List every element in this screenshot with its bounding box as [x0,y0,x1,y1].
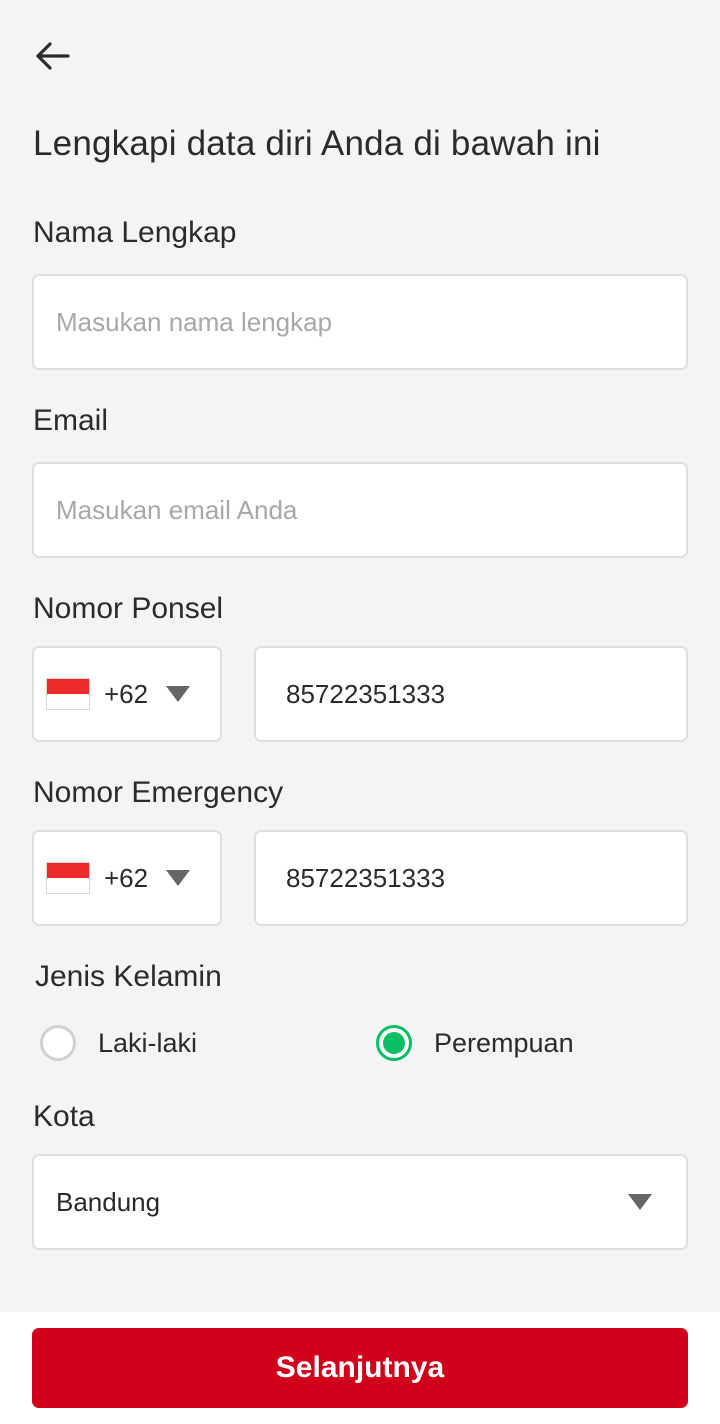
caret-down-icon [166,686,191,702]
name-field-container [32,274,688,370]
emergency-field-container [254,830,688,926]
caret-down-icon [166,870,191,886]
email-label: Email [33,404,109,437]
gender-option-label: Perempuan [434,1027,574,1058]
back-button[interactable] [34,36,78,76]
phone-input[interactable] [256,678,686,710]
name-input[interactable] [34,306,686,338]
radio-checked-icon [376,1025,412,1061]
phone-field-container [254,646,688,742]
emergency-country-code: +62 [104,862,149,893]
footer-bar: Selanjutnya [0,1312,720,1424]
city-select[interactable]: Bandung [32,1154,688,1250]
indonesia-flag-icon [46,678,90,710]
phone-label: Nomor Ponsel [33,592,224,625]
gender-option-label: Laki-laki [98,1027,198,1058]
radio-unchecked-icon [40,1025,76,1061]
arrow-left-icon [36,42,70,70]
phone-country-code: +62 [104,678,149,709]
email-input[interactable] [34,494,686,526]
phone-country-select[interactable]: +62 [32,646,222,742]
gender-option-female[interactable]: Perempuan [376,1025,574,1061]
emergency-label: Nomor Emergency [33,776,284,809]
city-label: Kota [33,1100,95,1133]
caret-down-icon [628,1194,652,1210]
emergency-input[interactable] [256,862,686,894]
gender-option-male[interactable]: Laki-laki [40,1025,197,1061]
page-title: Lengkapi data diri Anda di bawah ini [33,124,601,163]
email-field-container [32,462,688,558]
name-label: Nama Lengkap [33,216,237,249]
next-button[interactable]: Selanjutnya [32,1328,688,1408]
indonesia-flag-icon [46,862,90,894]
gender-label: Jenis Kelamin [35,960,222,993]
city-value: Bandung [56,1186,161,1217]
emergency-country-select[interactable]: +62 [32,830,222,926]
